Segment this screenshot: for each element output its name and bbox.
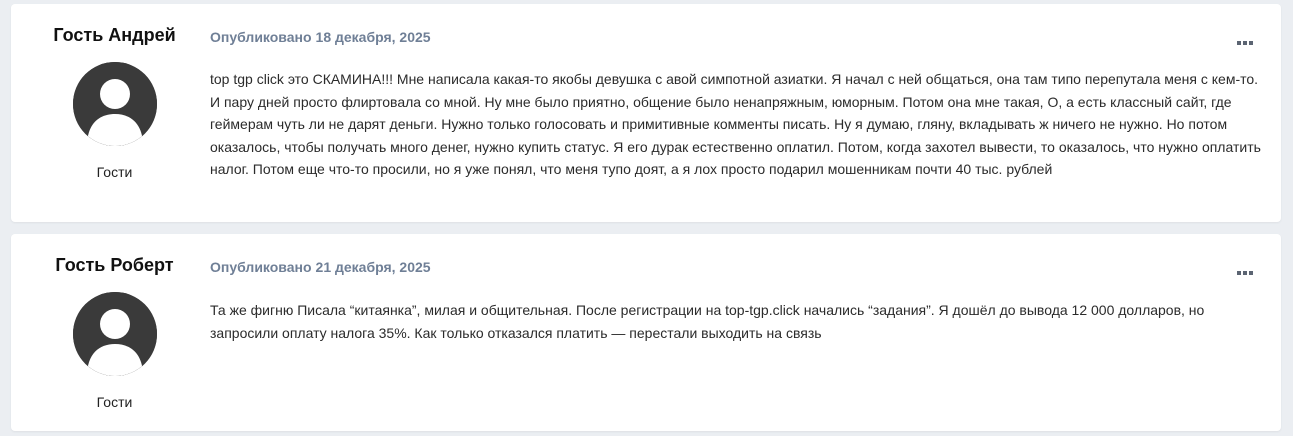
post-meta: Опубликовано 18 декабря, 2025 (210, 29, 431, 45)
author-group: Гости (96, 164, 133, 180)
default-avatar-icon[interactable] (73, 292, 157, 376)
ellipsis-icon[interactable] (1237, 34, 1253, 45)
author-panel: Гость Андрей Гости (11, 4, 218, 222)
ellipsis-icon[interactable] (1237, 264, 1253, 275)
post-date[interactable]: 18 декабря, 2025 (316, 29, 431, 45)
default-avatar-icon[interactable] (73, 62, 157, 146)
author-name[interactable]: Гость Роберт (11, 255, 218, 276)
author-group: Гости (96, 394, 133, 410)
forum-post: Гость Андрей Гости Опубликовано 18 декабр… (11, 4, 1281, 222)
post-content: Та же фигню Писала “китаянка”, милая и о… (210, 302, 1205, 341)
published-label: Опубликовано (210, 259, 312, 275)
post-date[interactable]: 21 декабря, 2025 (316, 259, 431, 275)
post-meta: Опубликовано 21 декабря, 2025 (210, 259, 431, 275)
post-content: top tgp click это СКАМИНА!!! Мне написал… (210, 71, 1261, 178)
author-panel: Гость Роберт Гости (11, 234, 218, 431)
published-label: Опубликовано (210, 29, 312, 45)
forum-post: Гость Роберт Гости Опубликовано 21 декабр… (11, 234, 1281, 431)
author-name[interactable]: Гость Андрей (11, 25, 218, 46)
